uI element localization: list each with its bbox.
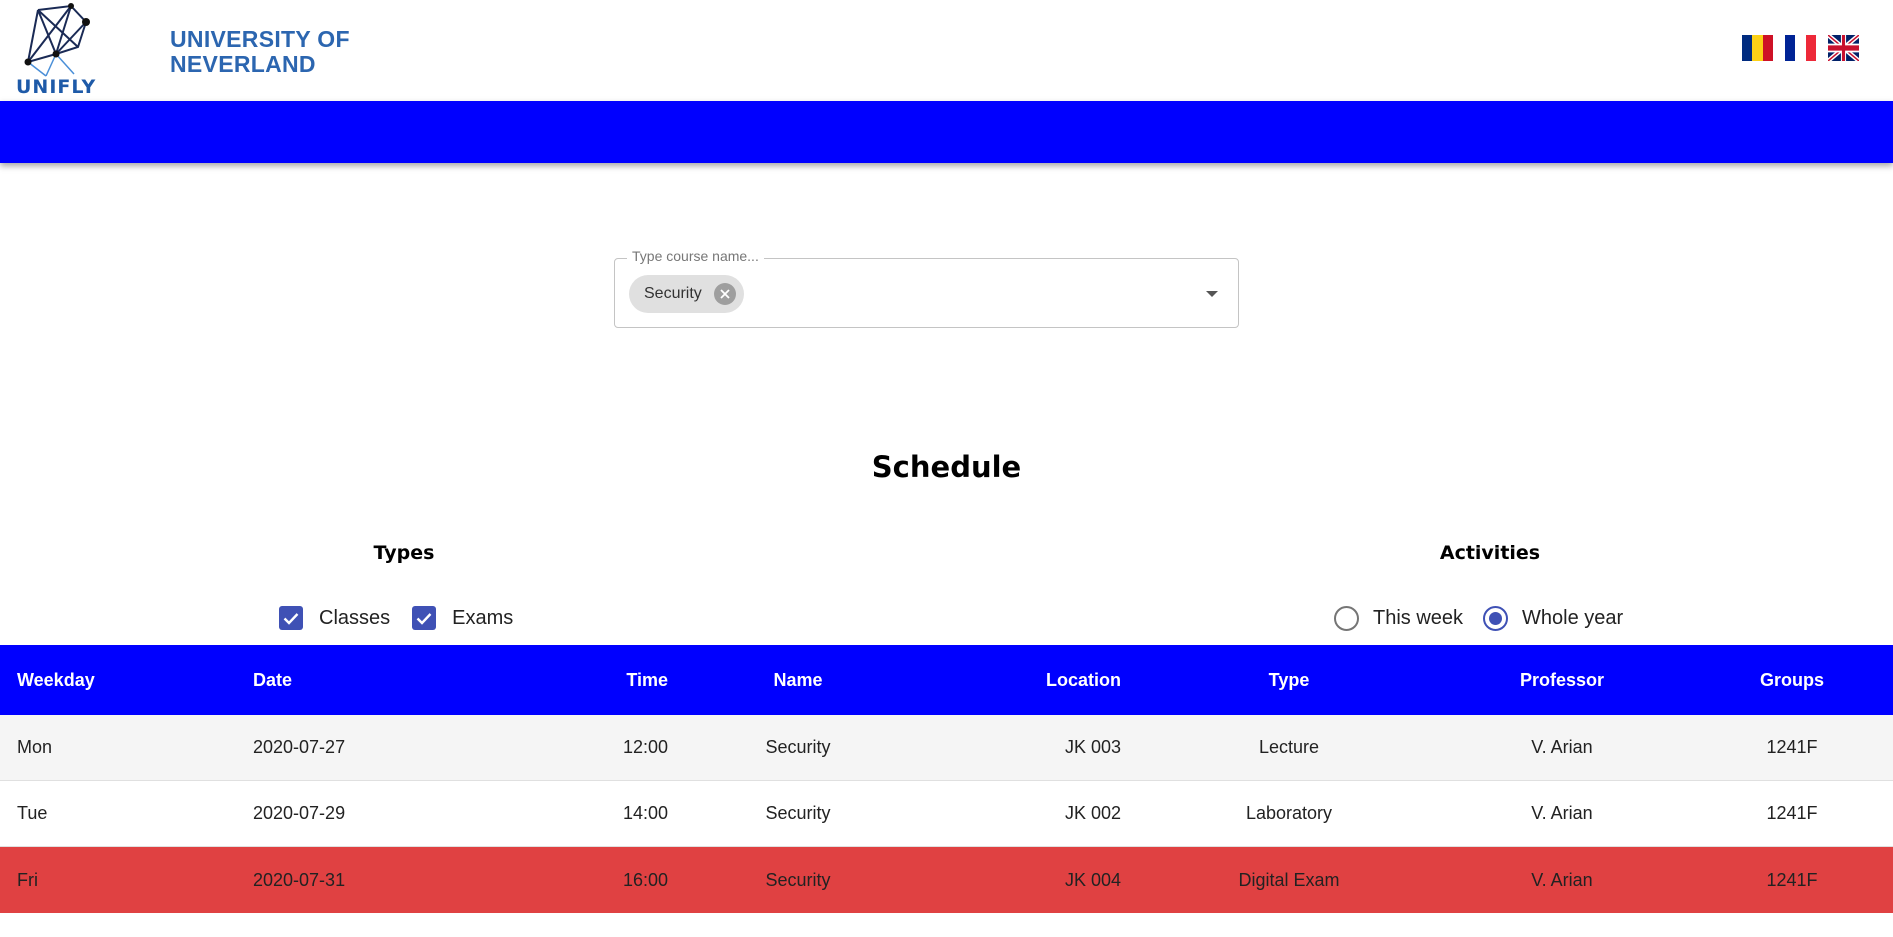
column-header-name[interactable]: Name bbox=[742, 645, 854, 715]
types-filter: Classes Exams bbox=[279, 606, 535, 630]
column-header-type[interactable]: Type bbox=[1213, 645, 1365, 715]
schedule-title: Schedule bbox=[871, 450, 1022, 484]
cell-date: 2020-07-29 bbox=[253, 803, 346, 823]
cell-name: Security bbox=[765, 737, 831, 757]
activities-filter: This week Whole year bbox=[1334, 606, 1643, 631]
activities-heading: Activities bbox=[1439, 542, 1541, 564]
language-switcher bbox=[1742, 35, 1859, 61]
whole-year-radio[interactable]: Whole year bbox=[1483, 606, 1623, 631]
cell-name: Security bbox=[765, 869, 831, 890]
table-header: Weekday Date Time Name Location Type Pro… bbox=[0, 645, 1893, 715]
cell-weekday: Fri bbox=[17, 869, 38, 890]
course-chip-label: Security bbox=[644, 285, 702, 302]
cell-date: 2020-07-31 bbox=[253, 869, 346, 890]
cell-type: Digital Exam bbox=[1238, 869, 1340, 890]
exams-checkbox[interactable]: Exams bbox=[412, 606, 513, 630]
cell-weekday: Mon bbox=[17, 737, 53, 757]
types-heading: Types bbox=[373, 542, 435, 564]
cell-location: JK 002 bbox=[1064, 803, 1121, 823]
checkbox-checked-icon[interactable] bbox=[412, 606, 437, 630]
flag-uk-icon[interactable] bbox=[1828, 35, 1859, 61]
this-week-label: This week bbox=[1373, 607, 1464, 629]
course-search-input[interactable]: Type course name... Security bbox=[614, 248, 1239, 328]
network-logo-icon bbox=[24, 3, 90, 77]
course-chip[interactable]: Security bbox=[629, 275, 744, 313]
schedule-table: Weekday Date Time Name Location Type Pro… bbox=[0, 645, 1893, 913]
cell-professor: V. Arian bbox=[1531, 869, 1593, 890]
flag-romania-icon[interactable] bbox=[1742, 35, 1773, 61]
flag-france-icon[interactable] bbox=[1785, 35, 1816, 61]
cell-time: 14:00 bbox=[622, 803, 668, 823]
university-name-line2: NEVERLAND bbox=[170, 51, 316, 77]
cell-location: JK 004 bbox=[1064, 869, 1121, 890]
navigation-bar bbox=[0, 101, 1893, 163]
cell-professor: V. Arian bbox=[1531, 803, 1593, 823]
cell-location: JK 003 bbox=[1064, 737, 1121, 757]
university-name: UNIVERSITY OF NEVERLAND bbox=[170, 27, 350, 77]
classes-checkbox[interactable]: Classes bbox=[279, 606, 390, 630]
course-search-label: Type course name... bbox=[627, 248, 764, 264]
cell-date: 2020-07-27 bbox=[253, 737, 346, 757]
cell-groups: 1241F bbox=[1766, 803, 1818, 823]
cell-weekday: Tue bbox=[17, 803, 48, 823]
column-header-weekday[interactable]: Weekday bbox=[17, 645, 95, 715]
this-week-radio[interactable]: This week bbox=[1334, 606, 1463, 631]
cell-time: 12:00 bbox=[622, 737, 668, 757]
column-header-location[interactable]: Location bbox=[1046, 645, 1121, 715]
app-header: UNIFLY UNIVERSITY OF NEVERLAND bbox=[0, 0, 1893, 101]
classes-label: Classes bbox=[319, 606, 391, 629]
column-header-professor[interactable]: Professor bbox=[1505, 645, 1619, 715]
exams-label: Exams bbox=[452, 606, 514, 629]
table-row-exam[interactable]: Fri 2020-07-31 16:00 Security JK 004 Dig… bbox=[0, 847, 1893, 913]
cell-time: 16:00 bbox=[622, 869, 668, 890]
radio-unchecked-icon[interactable] bbox=[1334, 606, 1359, 631]
cell-type: Laboratory bbox=[1245, 803, 1333, 823]
cell-professor: V. Arian bbox=[1531, 737, 1593, 757]
column-header-time[interactable]: Time bbox=[626, 645, 668, 715]
cell-name: Security bbox=[765, 803, 831, 823]
university-name-line1: UNIVERSITY OF bbox=[170, 26, 350, 52]
arrow-drop-down-icon[interactable] bbox=[1206, 291, 1218, 297]
column-header-date[interactable]: Date bbox=[253, 645, 292, 715]
whole-year-label: Whole year bbox=[1522, 607, 1624, 629]
cell-groups: 1241F bbox=[1766, 869, 1818, 890]
checkbox-checked-icon[interactable] bbox=[279, 606, 303, 630]
logo-wordmark: UNIFLY bbox=[16, 76, 97, 98]
column-header-groups[interactable]: Groups bbox=[1736, 645, 1848, 715]
cancel-circle-icon[interactable] bbox=[713, 283, 736, 305]
cell-groups: 1241F bbox=[1766, 737, 1818, 757]
table-row[interactable]: Mon 2020-07-27 12:00 Security JK 003 Lec… bbox=[0, 715, 1893, 781]
cell-type: Lecture bbox=[1258, 737, 1320, 757]
table-row[interactable]: Tue 2020-07-29 14:00 Security JK 002 Lab… bbox=[0, 781, 1893, 847]
radio-checked-icon[interactable] bbox=[1483, 606, 1509, 631]
